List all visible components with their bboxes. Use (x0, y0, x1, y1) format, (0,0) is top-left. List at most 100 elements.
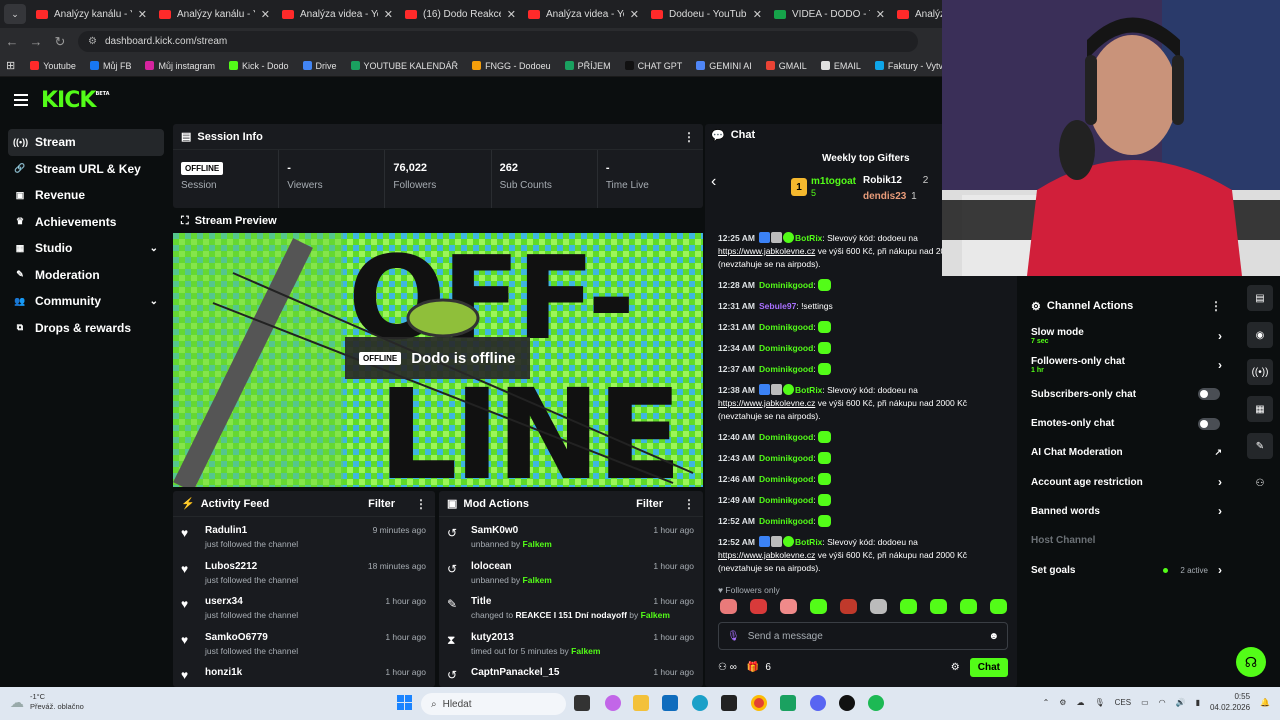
chat-username[interactable]: Dominikgood (759, 495, 813, 505)
chat-username[interactable]: Dominikgood (759, 453, 813, 463)
task-view-icon[interactable] (574, 695, 590, 711)
sheets-icon[interactable] (780, 695, 796, 711)
activity-more-icon[interactable]: ⋮ (415, 497, 427, 511)
chat-username[interactable]: Sebule97 (759, 301, 796, 311)
mod-action-subject[interactable]: Title (471, 596, 670, 607)
toggle-switch[interactable] (1198, 388, 1220, 401)
terminal-icon[interactable] (721, 695, 737, 711)
emote-icon[interactable] (990, 599, 1007, 614)
apps-icon[interactable]: ⊞ (6, 59, 15, 72)
outlook-icon[interactable] (662, 695, 678, 711)
chat-username[interactable]: BotRix (795, 233, 822, 243)
chat-username[interactable]: Dominikgood (759, 364, 813, 374)
site-info-icon[interactable]: ⚙ (88, 36, 97, 47)
gift-icon[interactable]: 🎁 (747, 662, 759, 673)
wrench-icon[interactable]: ✎ (1247, 433, 1273, 459)
stream-preview[interactable]: OFF- LINE OFFLINE Dodo is offline (173, 233, 703, 487)
edge-icon[interactable] (692, 695, 708, 711)
bookmark[interactable]: PŘÍJEM (558, 61, 618, 71)
mic-tray-icon[interactable]: 🎙 (1094, 698, 1104, 707)
network-app-icon[interactable]: ⚙ (1059, 698, 1066, 707)
sidebar-item-community[interactable]: 👥 Community ⌄ (8, 288, 164, 315)
support-button[interactable]: ☊ (1236, 647, 1266, 677)
browser-tab[interactable]: Analýzy kanálu - You ✕ (153, 0, 276, 28)
activity-username[interactable]: userx34 (205, 596, 298, 607)
menu-icon[interactable] (14, 94, 28, 106)
bookmark[interactable]: YOUTUBE KALENDÁŘ (344, 61, 466, 71)
emote-icon[interactable] (900, 599, 917, 614)
sidebar-item-moderation[interactable]: ✎ Moderation (8, 262, 164, 289)
mod-more-icon[interactable]: ⋮ (683, 497, 695, 511)
mod-filter-button[interactable]: Filter (636, 498, 663, 510)
chat-username[interactable]: BotRix (795, 385, 822, 395)
activity-username[interactable]: SamkoO6779 (205, 632, 298, 643)
bookmark[interactable]: Drive (296, 61, 344, 71)
close-icon[interactable]: ✕ (876, 8, 885, 21)
display-icon[interactable]: ▭ (1141, 698, 1149, 707)
channel-action-emotes-only-chat[interactable]: Emotes-only chat (1023, 409, 1230, 438)
bookmark[interactable]: FNGG - Dodoeu (465, 61, 558, 71)
close-icon[interactable]: ✕ (384, 8, 393, 21)
channel-action-account-age-restriction[interactable]: Account age restriction › (1023, 467, 1230, 496)
clock[interactable]: 0:55 04.02.2026 (1210, 691, 1250, 713)
forward-icon[interactable]: → (24, 34, 48, 49)
browser-tab[interactable]: Dodoeu - YouTube ✕ (645, 0, 768, 28)
chat-bubble-icon[interactable]: ◉ (1247, 322, 1273, 348)
activity-username[interactable]: Radulin1 (205, 525, 298, 536)
close-icon[interactable]: ✕ (138, 8, 147, 21)
channel-action-subscribers-only-chat[interactable]: Subscribers-only chat (1023, 380, 1230, 409)
chat-settings-icon[interactable]: ⚙ (951, 662, 960, 673)
cloud-sync-icon[interactable]: ☁ (1076, 698, 1084, 707)
emote-icon[interactable] (780, 599, 797, 614)
more-options-icon[interactable]: ⋮ (683, 130, 695, 144)
moderator-name[interactable]: Falkem (523, 539, 552, 549)
chat-username[interactable]: Dominikgood (759, 322, 813, 332)
battery-icon[interactable]: ▮ (1196, 698, 1200, 707)
layout-icon[interactable]: ▦ (1247, 396, 1273, 422)
sidebar-item-stream[interactable]: ((•)) Stream (8, 129, 164, 156)
sidebar-item-achievements[interactable]: ♛ Achievements (8, 209, 164, 236)
message-link[interactable]: https://www.jabkolevne.cz (718, 550, 815, 560)
chat-message-input[interactable]: 🎙 Send a message ☻ (718, 622, 1008, 650)
channel-actions-more-icon[interactable]: ⋮ (1210, 299, 1222, 313)
chat-username[interactable]: Dominikgood (759, 474, 813, 484)
kick-logo[interactable]: KICKBETA (41, 88, 110, 113)
sidebar-item-stream-url-key[interactable]: 🔗 Stream URL & Key (8, 156, 164, 183)
chrome-icon[interactable] (751, 695, 767, 711)
url-input[interactable]: ⚙ dashboard.kick.com/stream (78, 31, 918, 52)
emote-icon[interactable] (870, 599, 887, 614)
bookmark[interactable]: Youtube (23, 61, 83, 71)
sidebar-item-revenue[interactable]: ▣ Revenue (8, 182, 164, 209)
chat-username[interactable]: BotRix (795, 537, 822, 547)
mod-action-subject[interactable]: lolocean (471, 561, 552, 572)
mic-icon[interactable]: 🎙 (727, 631, 740, 642)
capcut-icon[interactable] (839, 695, 855, 711)
users-icon[interactable]: ⚇ ∞ (718, 662, 737, 673)
bookmark[interactable]: Kick - Dodo (222, 61, 296, 71)
browser-tab[interactable]: Analýza videa - YouT ✕ (522, 0, 645, 28)
close-icon[interactable]: ✕ (630, 8, 639, 21)
browser-tab[interactable]: Analýzy kanálu - You ✕ (30, 0, 153, 28)
browser-tab[interactable]: (16) Dodo Reakce - Y ✕ (399, 0, 522, 28)
activity-username[interactable]: Lubos2212 (205, 561, 298, 572)
bookmark[interactable]: Můj instagram (138, 61, 222, 71)
mod-action-subject[interactable]: SamK0w0 (471, 525, 552, 536)
chat-username[interactable]: Dominikgood (759, 516, 813, 526)
browser-tab[interactable]: VIDEA - DODO - Tab ✕ (768, 0, 891, 28)
bookmark[interactable]: EMAIL (814, 61, 868, 71)
bookmark[interactable]: CHAT GPT (618, 61, 690, 71)
moderator-name[interactable]: Falkem (641, 610, 670, 620)
close-icon[interactable]: ✕ (753, 8, 762, 21)
channel-action-slow-mode[interactable]: Slow mode 7 sec › (1023, 321, 1230, 350)
moderator-name[interactable]: Falkem (571, 646, 600, 656)
emote-icon[interactable] (810, 599, 827, 614)
language-indicator[interactable]: CES (1115, 698, 1131, 707)
copilot-icon[interactable] (605, 695, 621, 711)
wifi-icon[interactable]: ◠ (1159, 698, 1166, 707)
tab-search-button[interactable]: ⌄ (4, 4, 26, 24)
channel-action-banned-words[interactable]: Banned words › (1023, 497, 1230, 526)
emote-icon[interactable] (840, 599, 857, 614)
bookmark[interactable]: Můj FB (83, 61, 139, 71)
chevron-left-icon[interactable]: ‹ (711, 173, 716, 191)
mod-action-subject[interactable]: kuty2013 (471, 632, 600, 643)
